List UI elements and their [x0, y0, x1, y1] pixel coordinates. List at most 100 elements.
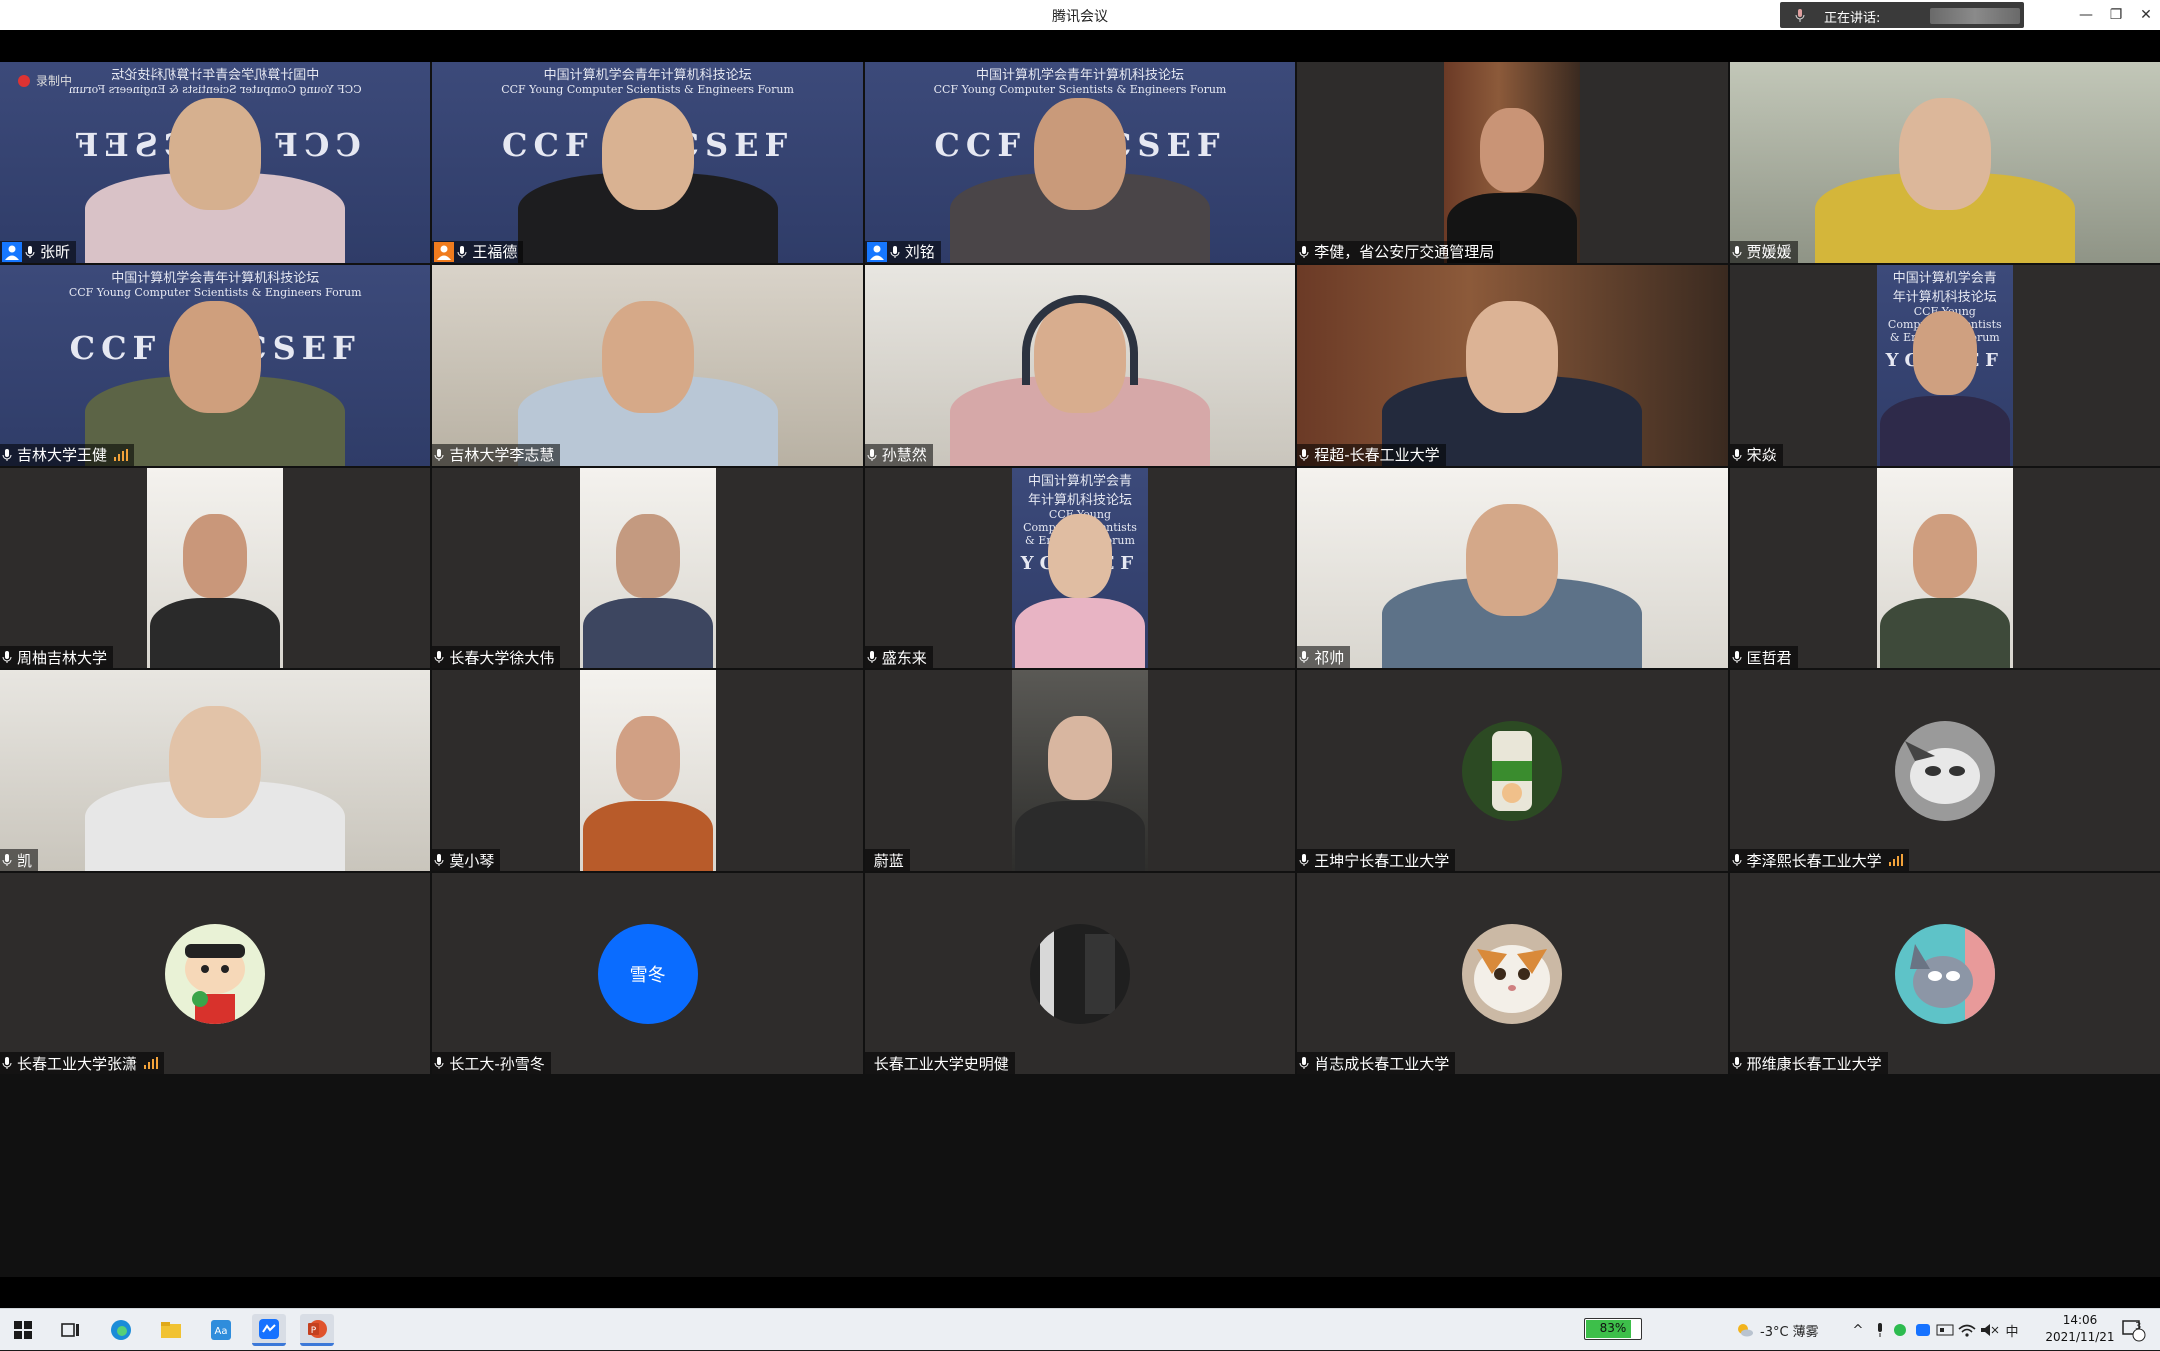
- ime-indicator[interactable]: 中: [2000, 1321, 2024, 1340]
- close-button[interactable]: ✕: [2126, 0, 2160, 30]
- volume-muted-icon[interactable]: [1978, 1321, 2000, 1339]
- participant-tile[interactable]: 莫小琴: [432, 670, 863, 872]
- notification-count: 3: [2135, 1321, 2142, 1332]
- participant-tile[interactable]: 邢维康长春工业大学: [1729, 873, 2160, 1075]
- participant-video: [579, 467, 716, 669]
- participant-name: 程超-长春工业大学: [1314, 446, 1440, 465]
- participant-video: [0, 670, 431, 872]
- participant-name: 长春工业大学张潇: [17, 1054, 138, 1073]
- battery-percent: 83%: [1599, 1321, 1627, 1335]
- participant-video: [147, 467, 284, 669]
- powerpoint-icon[interactable]: P: [300, 1314, 334, 1346]
- participant-name: 李泽熙长春工业大学: [1746, 851, 1882, 870]
- speaking-indicator: 正在讲话:: [1780, 2, 2024, 28]
- clock[interactable]: 14:06 2021/11/21: [2032, 1312, 2128, 1346]
- speaker-name-blurred: [1930, 8, 2020, 24]
- participant-namebar: 长工大-孙雪冬: [432, 1052, 551, 1075]
- participant-tile[interactable]: 中国计算机学会青年计算机科技论坛 CCF Young Computer Scien…: [864, 62, 1296, 263]
- ccf-banner: 中国计算机学会青年计算机科技论坛 CCF Young Computer Scien…: [875, 64, 1285, 100]
- participant-name: 长工大-孙雪冬: [449, 1054, 545, 1073]
- participant-video: [1729, 62, 2160, 263]
- dictionary-icon[interactable]: Aa: [204, 1314, 238, 1346]
- participant-tile[interactable]: 中国计算机学会青年计算机科技论坛 CCF Young Computer Scien…: [0, 264, 431, 466]
- participant-face: [615, 716, 680, 801]
- weather-text: -3°C 薄雾: [1760, 1324, 1819, 1340]
- participant-name: 盛东来: [881, 648, 927, 667]
- mic-icon: [1732, 1055, 1744, 1071]
- participant-tile[interactable]: 中国计算机学会青年计算机科技论坛 CCF Young Computer Scien…: [864, 467, 1296, 669]
- participant-tile[interactable]: 长春工业大学史明健: [864, 873, 1296, 1075]
- participant-tile[interactable]: 李泽熙长春工业大学: [1729, 670, 2160, 872]
- mic-icon: [434, 447, 446, 463]
- file-explorer-icon[interactable]: [154, 1314, 188, 1346]
- participant-tile[interactable]: 肖志成长春工业大学: [1297, 873, 1728, 1075]
- system-tray-icons: ^ 中: [1846, 1309, 2024, 1351]
- participant-tile[interactable]: 周柚吉林大学: [0, 467, 431, 669]
- mic-icon: [2, 852, 14, 868]
- participant-tile[interactable]: 贾媛媛: [1729, 62, 2160, 263]
- participant-tile[interactable]: 雪冬 长工大-孙雪冬: [432, 873, 863, 1075]
- participant-tile[interactable]: 中国计算机学会青年计算机科技论坛 CCF Young Computer Scien…: [432, 62, 863, 263]
- participant-tile[interactable]: 程超-长春工业大学: [1297, 264, 1728, 466]
- weather-widget[interactable]: -3°C 薄雾: [1736, 1309, 1819, 1351]
- mic-icon: [1299, 1055, 1311, 1071]
- participant-name: 蔚蓝: [873, 851, 904, 870]
- mic-icon: [2, 649, 14, 665]
- participant-tile[interactable]: 长春工业大学张潇: [0, 873, 431, 1075]
- chevron-up-icon[interactable]: ^: [1846, 1323, 1870, 1338]
- participant-namebar: 王坤宁长春工业大学: [1297, 849, 1456, 872]
- mic-icon: [1299, 244, 1311, 260]
- participant-name: 刘铭: [904, 243, 935, 262]
- participant-tile[interactable]: 吉林大学李志慧: [432, 264, 863, 466]
- participant-tile[interactable]: 中国计算机学会青年计算机科技论坛 CCF Young Computer Scien…: [1729, 264, 2160, 466]
- participant-namebar: 凯: [0, 849, 39, 872]
- participant-tile[interactable]: 匡哲君: [1729, 467, 2160, 669]
- ccf-banner-en: CCF Young Computer Scientists & Engineer…: [501, 83, 794, 96]
- participant-tile[interactable]: 中国计算机学会青年计算机科技论坛 CCF Young Computer Scien…: [0, 62, 431, 263]
- participant-tile[interactable]: 蔚蓝: [864, 670, 1296, 872]
- clock-time: 14:06: [2062, 1313, 2098, 1327]
- participant-namebar: 周柚吉林大学: [0, 646, 114, 669]
- participant-name: 王坤宁长春工业大学: [1314, 851, 1450, 870]
- participant-tile[interactable]: 孙慧然: [864, 264, 1296, 466]
- svg-text:Aa: Aa: [215, 1326, 228, 1337]
- participant-namebar: 匡哲君: [1729, 646, 1798, 669]
- participant-tile[interactable]: 长春大学徐大伟: [432, 467, 863, 669]
- participant-video: 中国计算机学会青年计算机科技论坛 CCF Young Computer Scien…: [432, 62, 863, 263]
- tencent-meeting-icon[interactable]: [252, 1314, 286, 1346]
- mic-icon: [1732, 244, 1744, 260]
- mic-icon: [2, 447, 14, 463]
- participant-namebar: 张昕: [0, 240, 77, 263]
- recording-indicator: 录制中: [18, 72, 72, 89]
- participant-video: [1444, 62, 1581, 263]
- mic-icon: [457, 244, 469, 260]
- battery-indicator[interactable]: 83%: [1584, 1318, 1642, 1340]
- weather-icon: [1738, 1324, 1753, 1337]
- mic-icon: [434, 852, 446, 868]
- start-icon[interactable]: [6, 1314, 40, 1346]
- participant-tile[interactable]: 祁帅: [1297, 467, 1728, 669]
- participant-tile[interactable]: 李健，省公安厅交通管理局: [1297, 62, 1728, 263]
- notification-center[interactable]: 3: [2120, 1309, 2146, 1351]
- participant-name: 吉林大学王健: [17, 446, 108, 465]
- wechat-tray-icon[interactable]: [1890, 1321, 1912, 1339]
- signal-strength-icon: [114, 448, 129, 461]
- participant-name: 宋焱: [1746, 446, 1777, 465]
- participant-face: [169, 98, 262, 210]
- network-device-icon[interactable]: [1934, 1321, 1956, 1339]
- participant-video: 中国计算机学会青年计算机科技论坛 CCF Young Computer Scien…: [0, 62, 431, 263]
- participant-tile[interactable]: 王坤宁长春工业大学: [1297, 670, 1728, 872]
- participant-tile[interactable]: 凯: [0, 670, 431, 872]
- participant-namebar: 程超-长春工业大学: [1297, 443, 1446, 466]
- participant-face: [1480, 108, 1545, 192]
- wifi-icon[interactable]: [1956, 1321, 1978, 1339]
- task-view-icon[interactable]: [54, 1314, 88, 1346]
- participant-name: 祁帅: [1314, 648, 1345, 667]
- participant-namebar: 莫小琴: [432, 849, 501, 872]
- participant-video: [1297, 264, 1728, 466]
- edge-icon[interactable]: [104, 1314, 138, 1346]
- participant-name: 长春大学徐大伟: [449, 648, 555, 667]
- microphone-tray-icon[interactable]: [1870, 1321, 1890, 1339]
- mic-icon: [1795, 9, 1805, 22]
- tencent-meeting-tray-icon[interactable]: [1912, 1321, 1934, 1339]
